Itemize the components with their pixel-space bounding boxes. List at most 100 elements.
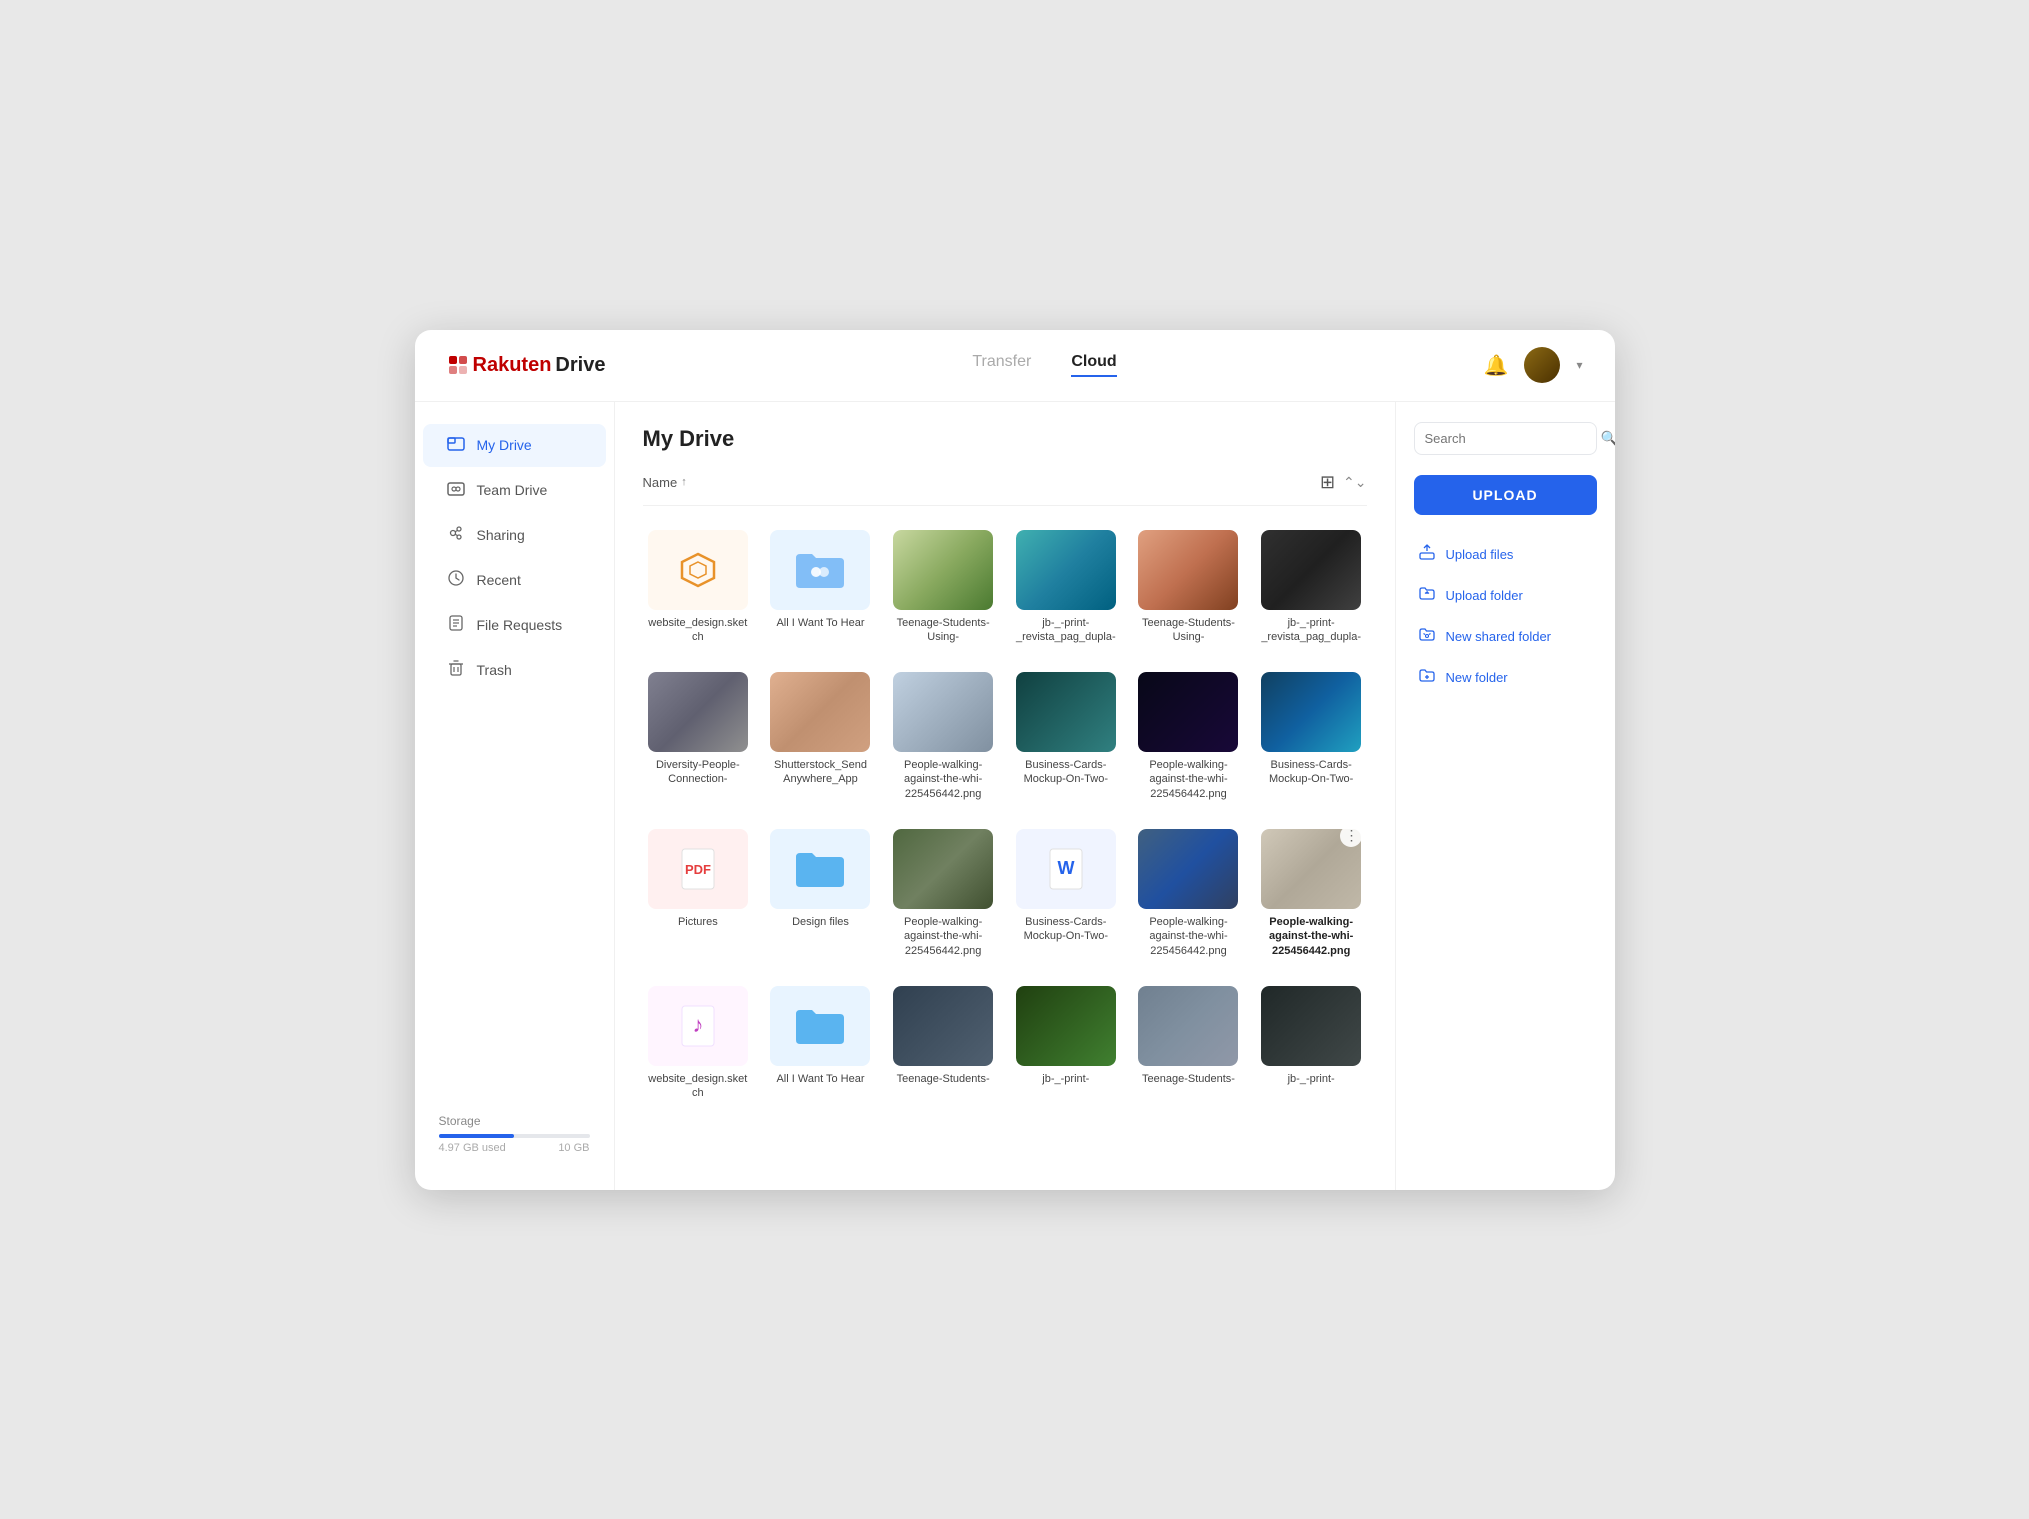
tab-cloud[interactable]: Cloud	[1071, 353, 1116, 377]
file-item-f3[interactable]: Teenage-Students-Using-	[888, 522, 999, 653]
file-thumb-f23	[1138, 986, 1238, 1066]
file-item-f15[interactable]: People-walking-against-the-whi-225456442…	[888, 821, 999, 966]
new-folder-option[interactable]: New folder	[1414, 658, 1597, 697]
file-item-f22[interactable]: jb-_-print-	[1010, 978, 1121, 1109]
view-options-icon[interactable]: ⌃⌄	[1343, 474, 1366, 491]
sidebar-label-recent: Recent	[477, 572, 521, 588]
new-folder-label: New folder	[1446, 670, 1508, 685]
file-item-f21[interactable]: Teenage-Students-	[888, 978, 999, 1109]
file-name-f3: Teenage-Students-Using-	[893, 616, 993, 645]
upload-folder-label: Upload folder	[1446, 588, 1523, 603]
body: My Drive Team Drive Sharing	[415, 402, 1615, 1190]
file-item-f16[interactable]: W Business-Cards-Mockup-On-Two-	[1010, 821, 1121, 966]
file-name-f24: jb-_-print-	[1288, 1072, 1335, 1086]
sidebar-label-my-drive: My Drive	[477, 437, 532, 453]
file-thumb-f9	[893, 672, 993, 752]
sidebar-item-my-drive[interactable]: My Drive	[423, 424, 606, 467]
file-thumb-f21	[893, 986, 993, 1066]
sharing-icon	[447, 524, 465, 547]
file-thumb-f15	[893, 829, 993, 909]
file-name-f10: Business-Cards-Mockup-On-Two-	[1016, 758, 1116, 787]
recent-icon	[447, 569, 465, 592]
file-thumb-f24	[1261, 986, 1361, 1066]
sidebar-item-file-requests[interactable]: File Requests	[423, 604, 606, 647]
sort-label: Name	[643, 475, 678, 490]
sidebar-item-team-drive[interactable]: Team Drive	[423, 469, 606, 512]
svg-text:W: W	[1057, 858, 1074, 878]
file-name-f8: Shutterstock_Send Anywhere_App	[770, 758, 870, 787]
file-item-f1[interactable]: website_design.sketch	[643, 522, 754, 653]
search-bar[interactable]: 🔍	[1414, 422, 1597, 455]
my-drive-icon	[447, 434, 465, 457]
file-name-f12: Business-Cards-Mockup-On-Two-	[1261, 758, 1361, 787]
storage-total: 10 GB	[558, 1142, 589, 1154]
file-name-f18: People-walking-against-the-whi-225456442…	[1261, 915, 1361, 958]
notification-bell-icon[interactable]: 🔔	[1484, 353, 1509, 378]
sort-by-name[interactable]: Name ↑	[643, 475, 687, 490]
file-thumb-f19: ♪	[648, 986, 748, 1066]
file-item-f12[interactable]: Business-Cards-Mockup-On-Two-	[1256, 664, 1367, 809]
sidebar-item-trash[interactable]: Trash	[423, 649, 606, 692]
sidebar-storage: Storage 4.97 GB used 10 GB	[415, 1098, 614, 1170]
file-thumb-f4	[1016, 530, 1116, 610]
file-name-f2: All I Want To Hear	[776, 616, 864, 630]
file-item-f18[interactable]: ⋮ People-walking-against-the-whi-2254564…	[1256, 821, 1367, 966]
tab-transfer[interactable]: Transfer	[972, 353, 1031, 377]
new-shared-folder-option[interactable]: New shared folder	[1414, 617, 1597, 656]
file-item-f2[interactable]: All I Want To Hear	[765, 522, 876, 653]
file-thumb-f10	[1016, 672, 1116, 752]
file-item-f4[interactable]: jb-_-print-_revista_pag_dupla-	[1010, 522, 1121, 653]
sidebar-item-recent[interactable]: Recent	[423, 559, 606, 602]
sidebar-label-trash: Trash	[477, 662, 512, 678]
file-item-f11[interactable]: People-walking-against-the-whi-225456442…	[1133, 664, 1244, 809]
logo-drive-text: Drive	[555, 354, 605, 377]
toolbar: Name ↑ ⊞ ⌃⌄	[643, 472, 1367, 506]
file-grid: website_design.sketch All I Want To Hear…	[643, 522, 1367, 1109]
file-thumb-f22	[1016, 986, 1116, 1066]
sidebar-label-team-drive: Team Drive	[477, 482, 548, 498]
file-name-f17: People-walking-against-the-whi-225456442…	[1138, 915, 1238, 958]
storage-label: Storage	[439, 1114, 590, 1128]
file-name-f15: People-walking-against-the-whi-225456442…	[893, 915, 993, 958]
file-item-f9[interactable]: People-walking-against-the-whi-225456442…	[888, 664, 999, 809]
sidebar-item-sharing[interactable]: Sharing	[423, 514, 606, 557]
upload-files-icon	[1418, 543, 1436, 566]
file-item-f7[interactable]: Diversity-People-Connection-	[643, 664, 754, 809]
header: Rakuten Drive Transfer Cloud 🔔 ▾	[415, 330, 1615, 402]
file-item-f10[interactable]: Business-Cards-Mockup-On-Two-	[1010, 664, 1121, 809]
search-input[interactable]	[1425, 431, 1601, 446]
nav-tabs: Transfer Cloud	[972, 353, 1116, 377]
file-item-f23[interactable]: Teenage-Students-	[1133, 978, 1244, 1109]
storage-used: 4.97 GB used	[439, 1142, 506, 1154]
app-window: Rakuten Drive Transfer Cloud 🔔 ▾ My Driv…	[415, 330, 1615, 1190]
file-thumb-f8	[770, 672, 870, 752]
upload-button[interactable]: UPLOAD	[1414, 475, 1597, 515]
svg-text:♪: ♪	[692, 1012, 703, 1037]
trash-icon	[447, 659, 465, 682]
account-chevron-icon[interactable]: ▾	[1576, 358, 1582, 372]
file-item-f13[interactable]: PDF Pictures	[643, 821, 754, 966]
file-item-f14[interactable]: Design files	[765, 821, 876, 966]
file-item-f5[interactable]: Teenage-Students-Using-	[1133, 522, 1244, 653]
file-item-f20[interactable]: All I Want To Hear	[765, 978, 876, 1109]
file-name-f23: Teenage-Students-	[1142, 1072, 1235, 1086]
header-right: 🔔 ▾	[1484, 347, 1583, 383]
upload-files-option[interactable]: Upload files	[1414, 535, 1597, 574]
file-item-f17[interactable]: People-walking-against-the-whi-225456442…	[1133, 821, 1244, 966]
upload-folder-option[interactable]: Upload folder	[1414, 576, 1597, 615]
file-name-f16: Business-Cards-Mockup-On-Two-	[1016, 915, 1116, 944]
file-thumb-f6	[1261, 530, 1361, 610]
view-controls: ⊞ ⌃⌄	[1320, 472, 1367, 493]
sidebar: My Drive Team Drive Sharing	[415, 402, 615, 1190]
file-item-f8[interactable]: Shutterstock_Send Anywhere_App	[765, 664, 876, 809]
upload-files-label: Upload files	[1446, 547, 1514, 562]
main-content: My Drive Name ↑ ⊞ ⌃⌄ website_design.sket…	[615, 402, 1395, 1190]
file-thumb-f17	[1138, 829, 1238, 909]
file-item-f24[interactable]: jb-_-print-	[1256, 978, 1367, 1109]
avatar[interactable]	[1524, 347, 1560, 383]
file-name-f22: jb-_-print-	[1042, 1072, 1089, 1086]
file-item-f6[interactable]: jb-_-print-_revista_pag_dupla-	[1256, 522, 1367, 653]
file-name-f9: People-walking-against-the-whi-225456442…	[893, 758, 993, 801]
file-item-f19[interactable]: ♪ website_design.sketch	[643, 978, 754, 1109]
grid-view-icon[interactable]: ⊞	[1320, 472, 1335, 493]
